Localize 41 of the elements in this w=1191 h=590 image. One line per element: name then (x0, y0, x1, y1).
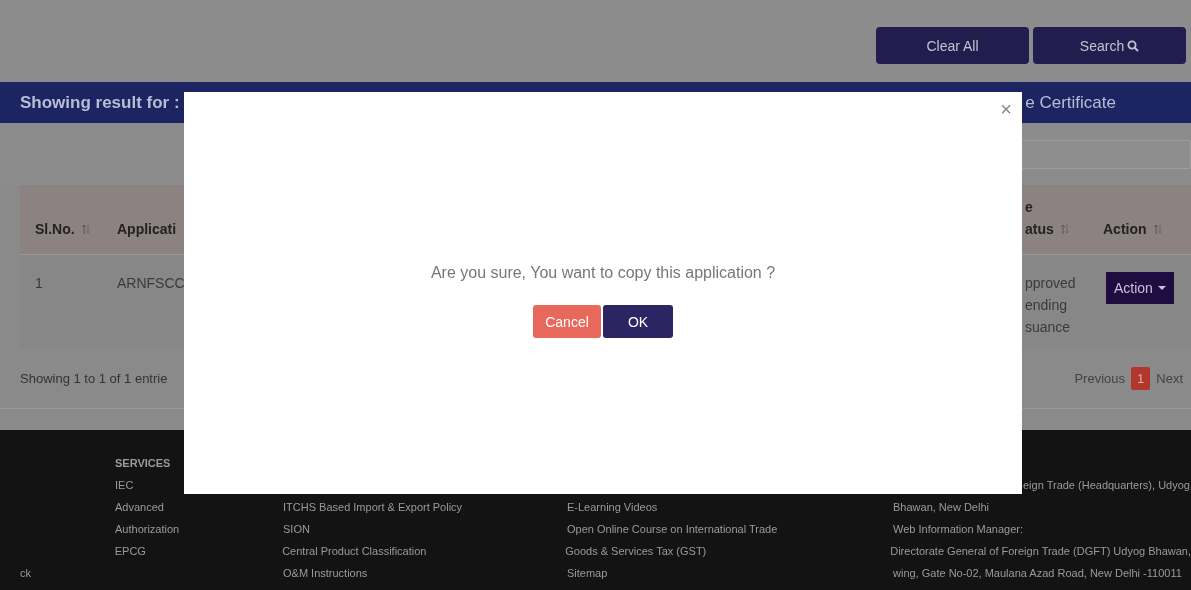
search-icon (1127, 39, 1140, 52)
footer-link[interactable]: Authorization (115, 523, 180, 535)
footer-link[interactable]: E-Learning Videos (567, 501, 658, 513)
footer-link[interactable]: Goods & Services Tax (GST) (565, 545, 707, 557)
footer-link[interactable]: Directorate General of Foreign Trade (DGFT) Udyog Bhawan, (890, 545, 1191, 557)
footer-link[interactable]: wing, Gate No-02, Maulana Azad Road, New Delhi -110011 (893, 567, 1182, 579)
column-header[interactable]: Applicati (117, 218, 177, 240)
footer-link[interactable]: eign Trade (Headquarters), Udyog (1023, 479, 1190, 491)
footer-link[interactable]: Sitemap (567, 567, 608, 579)
sort-icon[interactable] (80, 223, 91, 235)
result-heading: Showing result for : (20, 92, 180, 113)
footer-link[interactable]: SION (283, 523, 310, 535)
sort-icon[interactable] (1152, 223, 1163, 235)
footer-link[interactable]: O&M Instructions (283, 567, 368, 579)
toolbar-button[interactable]: Clear All (876, 27, 1029, 64)
ok-button[interactable]: OK (603, 305, 673, 338)
column-header[interactable]: Action (1103, 218, 1147, 240)
entries-info: Showing 1 to 1 of 1 entrie (20, 370, 168, 386)
footer-link[interactable]: ITCHS Based Import & Export Policy (283, 501, 463, 513)
footer-link[interactable]: Central Product Classification (282, 545, 427, 557)
footer-link[interactable]: Bhawan, New Delhi (893, 501, 989, 513)
close-button[interactable]: × (996, 98, 1016, 121)
footer-link[interactable]: Open Online Course on International Trade (567, 523, 778, 535)
column-header[interactable]: e atus (1025, 196, 1054, 240)
footer-link[interactable]: Web Information Manager: (893, 523, 1024, 535)
footer-link[interactable]: ck (20, 567, 31, 579)
sort-icon[interactable] (1059, 223, 1070, 235)
footer-link[interactable]: EPCG (114, 545, 146, 557)
table-cell-text: 1 (35, 274, 43, 293)
table-cell-text: ARNFSCC (117, 274, 185, 293)
table-cell-text: pproved ending suance (1025, 274, 1076, 337)
footer-heading: SERVICES (115, 457, 171, 469)
result-title: e Certificate (1025, 92, 1116, 113)
column-header[interactable]: Sl.No. (35, 218, 75, 240)
search-field[interactable] (1021, 140, 1191, 169)
footer-link[interactable]: IEC (115, 479, 134, 491)
caret-icon (1157, 286, 1166, 290)
dialog-message: Are you sure, You want to copy this application ? (430, 264, 776, 282)
footer-link[interactable]: Advanced (115, 501, 164, 513)
action-dropdown-button[interactable]: Action (1106, 272, 1174, 304)
toolbar-button[interactable]: Search (1033, 27, 1186, 64)
